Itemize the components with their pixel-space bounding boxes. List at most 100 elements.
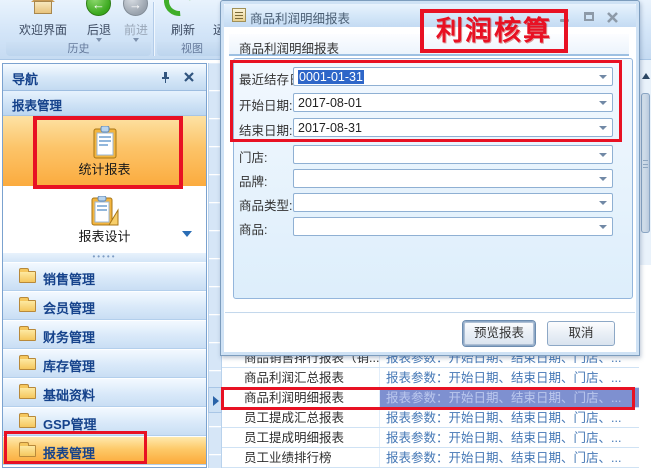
chevron-down-icon[interactable] <box>599 201 607 205</box>
table-row[interactable]: 商品利润汇总报表 报表参数：开始日期、结束日期、门店、... <box>222 368 639 388</box>
field-label: 商品类型: <box>239 195 292 214</box>
folder-icon <box>19 358 36 370</box>
dialog-separator <box>225 312 635 314</box>
sidebar-group-basicdata[interactable]: 基础资料 <box>3 378 206 407</box>
maximize-button[interactable] <box>580 10 598 24</box>
forward-label: 前进 <box>116 21 156 38</box>
back-icon: ← <box>86 0 111 16</box>
back-label: 后退 <box>78 21 120 38</box>
report-table: 商品销售排行报表（销... 报表参数：开始日期、结束日期、门店、... 商品利润… <box>222 348 639 468</box>
sidebar-title: 导航 <box>12 69 38 88</box>
dialog-title: 商品利润明细报表 <box>250 8 350 27</box>
product-type-combobox[interactable] <box>293 193 613 212</box>
chevron-down-icon[interactable] <box>599 101 607 105</box>
group-label: GSP管理 <box>43 414 96 433</box>
ribbon-group-history: 历史 <box>6 42 151 56</box>
sidebar-group-gsp[interactable]: GSP管理 <box>3 407 206 436</box>
refresh-button[interactable]: 刷新 <box>160 0 206 44</box>
sidebar-item-label: 报表设计 <box>3 226 206 245</box>
scrollbar-thumb[interactable] <box>641 93 650 233</box>
field-label: 品牌: <box>239 171 267 190</box>
chevron-down-icon[interactable] <box>182 231 192 237</box>
start-date-combobox[interactable]: 2017-08-01 <box>293 93 613 112</box>
table-row[interactable]: 员工提成明细报表 报表参数：开始日期、结束日期、门店、... <box>222 428 639 448</box>
combo-value: 2017-08-01 <box>298 96 362 110</box>
preview-report-button[interactable]: 预览报表 <box>463 321 535 346</box>
pin-icon[interactable] <box>158 70 172 84</box>
folder-icon <box>19 271 36 283</box>
report-params: 报表参数：开始日期、结束日期、门店、... <box>380 388 639 407</box>
brand-combobox[interactable] <box>293 169 613 188</box>
report-params: 报表参数：开始日期、结束日期、门店、... <box>380 448 639 467</box>
back-button[interactable]: ← 后退 <box>78 0 120 44</box>
sidebar-item-report-design[interactable]: 报表设计 <box>3 186 206 253</box>
field-label: 结束日期: <box>239 120 292 139</box>
group-label: 会员管理 <box>43 298 95 317</box>
folder-icon <box>19 416 36 428</box>
row-indicator-button[interactable] <box>208 387 222 413</box>
field-row-product: 商品: <box>221 217 641 237</box>
home-icon <box>30 0 56 16</box>
chevron-down-icon[interactable] <box>599 225 607 229</box>
welcome-button[interactable]: 欢迎界面 <box>8 0 78 44</box>
sidebar-titlebar: 导航 <box>3 64 206 91</box>
field-row-start-date: 开始日期: 2017-08-01 <box>221 93 641 113</box>
end-date-combobox[interactable]: 2017-08-31 <box>293 118 613 137</box>
table-row[interactable]: 员工提成汇总报表 报表参数：开始日期、结束日期、门店、... <box>222 408 639 428</box>
report-name: 员工提成汇总报表 <box>222 408 380 427</box>
navigation-sidebar: 导航 报表管理 统计报表 报表设计 ••••• 销售 <box>2 63 207 468</box>
chevron-down-icon[interactable] <box>599 177 607 181</box>
chevron-down-icon[interactable] <box>599 126 607 130</box>
table-row-selected[interactable]: 商品利润明细报表 报表参数：开始日期、结束日期、门店、... <box>222 388 639 408</box>
product-combobox[interactable] <box>293 217 613 236</box>
group-label: 财务管理 <box>43 327 95 346</box>
sidebar-group-sales[interactable]: 销售管理 <box>3 262 206 291</box>
app-window: 欢迎界面 ← 后退 → 前进 刷新 运 历史 视图 <box>0 0 651 468</box>
scroll-up-icon[interactable] <box>642 73 650 79</box>
combo-value-selected: 0001-01-31 <box>298 70 364 84</box>
close-button[interactable] <box>606 10 624 24</box>
cancel-button[interactable]: 取消 <box>547 321 615 346</box>
group-label: 库存管理 <box>43 356 95 375</box>
table-row[interactable]: 员工业绩排行榜 报表参数：开始日期、结束日期、门店、... <box>222 448 639 468</box>
sidebar-group-reports[interactable]: 报表管理 <box>3 436 206 465</box>
dialog-caption: 商品利润明细报表 <box>239 38 339 57</box>
sidebar-group-finance[interactable]: 财务管理 <box>3 320 206 349</box>
refresh-label: 刷新 <box>160 21 206 38</box>
report-dialog: 商品利润明细报表 商品利润明细报表 最近结存日期: 0001-01-31 开始日… <box>220 0 640 356</box>
sidebar-item-statistics-report[interactable]: 统计报表 <box>3 116 206 186</box>
field-row-product-type: 商品类型: <box>221 193 641 213</box>
report-params: 报表参数：开始日期、结束日期、门店、... <box>380 368 639 387</box>
group-label: 报表管理 <box>43 443 95 462</box>
chevron-down-icon[interactable] <box>599 153 607 157</box>
group-label: 基础资料 <box>43 385 95 404</box>
chevron-down-icon[interactable] <box>599 75 607 79</box>
field-row-balance-date: 最近结存日期: 0001-01-31 <box>221 67 641 87</box>
report-name: 员工提成明细报表 <box>222 428 380 447</box>
report-name: 员工业绩排行榜 <box>222 448 380 467</box>
sidebar-splitter[interactable]: ••••• <box>3 253 206 262</box>
section-title: 报表管理 <box>12 95 62 114</box>
field-label: 商品: <box>239 219 267 238</box>
sidebar-group-members[interactable]: 会员管理 <box>3 291 206 320</box>
folder-icon <box>19 387 36 399</box>
ribbon-group-view: 视图 <box>157 42 227 56</box>
report-name: 商品利润汇总报表 <box>222 368 380 387</box>
ribbon-group-separator <box>153 2 155 56</box>
folder-icon <box>19 445 36 457</box>
field-label: 门店: <box>239 147 267 166</box>
folder-icon <box>19 300 36 312</box>
sidebar-item-label: 统计报表 <box>3 159 206 178</box>
report-name: 商品利润明细报表 <box>222 388 380 407</box>
chevron-right-icon <box>213 396 219 406</box>
field-row-end-date: 结束日期: 2017-08-31 <box>221 118 641 138</box>
annotation-title: 利润核算 <box>420 9 568 53</box>
sidebar-section-header: 报表管理 <box>3 91 206 116</box>
close-icon[interactable] <box>182 70 196 84</box>
store-combobox[interactable] <box>293 145 613 164</box>
forward-button[interactable]: → 前进 <box>116 0 156 44</box>
balance-date-combobox[interactable]: 0001-01-31 <box>293 67 613 86</box>
folder-icon <box>19 329 36 341</box>
combo-value: 2017-08-31 <box>298 121 362 135</box>
sidebar-group-inventory[interactable]: 库存管理 <box>3 349 206 378</box>
